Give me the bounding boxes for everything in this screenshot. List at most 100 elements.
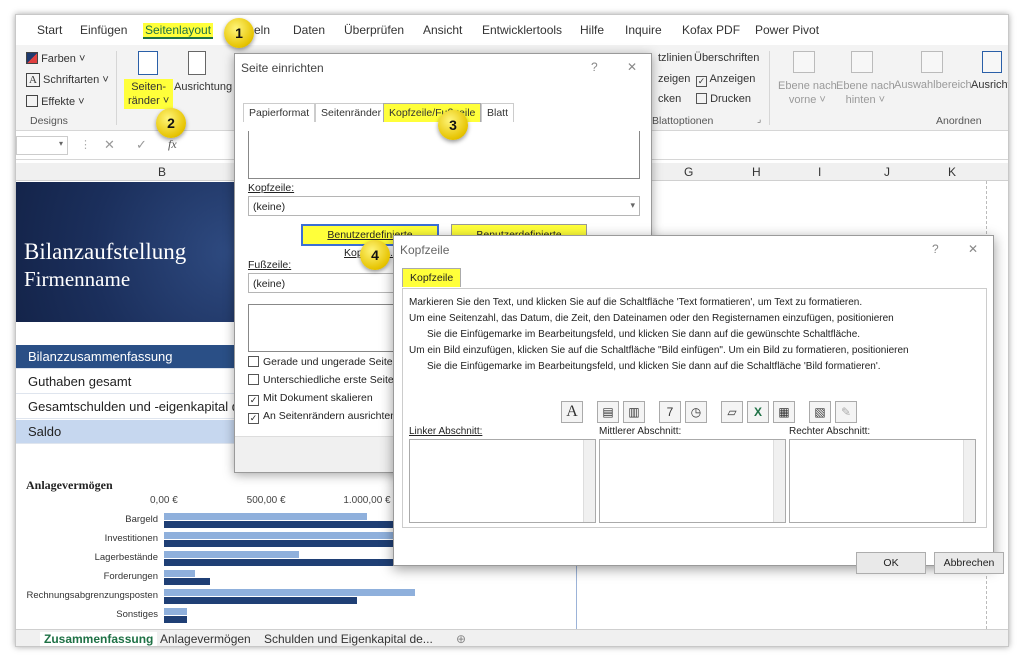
gitternetz-drucken[interactable]: cken [658,93,681,105]
column-header[interactable]: K [948,165,956,179]
ok-button[interactable]: OK [856,552,926,574]
skalieren-checkbox[interactable]: ✓ Mit Dokument skalieren [248,392,373,406]
tab-blatt[interactable]: Blatt [481,103,515,122]
ribbon-divider [116,51,117,125]
checkmark-icon: ✓ [696,76,707,87]
chart-bar[interactable] [164,551,300,558]
scrollbar[interactable] [583,440,595,522]
category-label: Investitionen [104,533,158,544]
auswahlbereich-button[interactable]: Auswahlbereich [894,79,972,91]
zeit-icon[interactable]: ◷ [685,401,707,423]
tab-power-pivot[interactable]: Power Pivot [755,23,819,37]
tab-kopfzeile[interactable]: Kopfzeile [402,268,462,287]
gitternetz-anzeigen[interactable]: zeigen [658,73,690,85]
column-header[interactable]: G [684,165,693,179]
close-icon[interactable]: ✕ [627,60,637,74]
chart-bar[interactable] [164,570,195,577]
ausrichtung-button[interactable]: Ausrichtung [174,81,232,93]
datum-icon[interactable]: 7 [659,401,681,423]
cancel-icon[interactable]: ✕ [104,137,115,153]
sheet-tab-zusammenfassung[interactable]: Zusammenfassung [40,632,158,646]
close-icon[interactable]: ✕ [968,242,978,256]
effekte-button[interactable]: Effekte ˅ [26,95,85,108]
chart-bar[interactable] [164,597,358,604]
dateiname-icon[interactable]: X [747,401,769,423]
tab-seitenraender[interactable]: Seitenränder [315,103,388,122]
erste-seite-checkbox[interactable]: Unterschiedliche erste Seite [248,374,394,386]
seitenraender-button[interactable]: Seiten- ränder ˅ [124,79,174,109]
ueberschriften-drucken-checkbox[interactable]: Drucken [696,93,751,105]
chart-bar[interactable] [164,513,367,520]
ebene-nach-hinten-button[interactable]: Ebene nach hinten ˅ [836,79,895,107]
tab-hilfe[interactable]: Hilfe [580,23,604,37]
tab-papierformat[interactable]: Papierformat [243,103,316,122]
text-formatieren-icon[interactable]: A [561,401,583,423]
blattoptionen-group-label: Blattoptionen [652,115,714,127]
excel-window: Start Einfügen Seitenlayout eln Daten Üb… [15,14,1009,647]
kopfzeile-dialog: Kopfzeile ? ✕ Kopfzeile Markieren Sie de… [393,235,1004,574]
tab-start[interactable]: Start [37,23,62,37]
chart-bar[interactable] [164,616,188,623]
gerade-ungerade-checkbox[interactable]: Gerade und ungerade Seiten un [248,356,413,368]
kopfzeile-select[interactable]: (keine) ▾ [248,196,640,216]
seitenraender-label-2: ränder ˅ [128,95,170,107]
scrollbar[interactable] [963,440,975,522]
chart-bar[interactable] [164,578,211,585]
add-sheet-icon[interactable]: ⊕ [456,632,466,646]
column-header[interactable]: J [884,165,890,179]
mittlerer-abschnitt-field[interactable] [599,439,786,523]
function-icon[interactable]: fx [168,137,177,152]
ribbon-tabs: Start Einfügen Seitenlayout eln Daten Üb… [16,15,1008,45]
help-icon[interactable]: ? [591,60,598,74]
checkbox-icon [696,93,707,104]
chart-bar[interactable] [164,608,188,615]
ausrichten-button[interactable]: Ausricht [971,79,1008,91]
sheet-tab-schulden[interactable]: Schulden und Eigenkapital de... [264,632,433,646]
sheet-tabs: Zusammenfassung Anlagevermögen Schulden … [16,629,1008,646]
sheet-subtitle: Firmenname [24,267,131,291]
chart-bar[interactable] [164,589,416,596]
name-box[interactable]: ▾ [16,136,68,155]
column-header[interactable]: H [752,165,761,179]
tab-kofax-pdf[interactable]: Kofax PDF [682,23,740,37]
tab-einfuegen[interactable]: Einfügen [80,23,127,37]
sheet-tab-anlagevermoegen[interactable]: Anlagevermögen [160,632,251,646]
gitternetzlinien-label: tzlinien [658,52,693,64]
tab-seitenlayout[interactable]: Seitenlayout [143,23,214,39]
linker-abschnitt-field[interactable] [409,439,596,523]
tab-ansicht[interactable]: Ansicht [423,23,462,37]
blattname-icon[interactable]: ▦ [773,401,795,423]
dialog-launcher-icon[interactable]: ⌟ [757,114,761,125]
column-header[interactable]: I [818,165,821,179]
scrollbar[interactable] [773,440,785,522]
tab-inquire[interactable]: Inquire [625,23,662,37]
abbrechen-button[interactable]: Abbrechen [934,552,1004,574]
seitenraender-label-1: Seiten- [131,81,167,93]
chart-bar[interactable] [164,559,425,566]
seitenraender-ausrichten-checkbox[interactable]: ✓ An Seitenrändern ausrichten [248,410,396,424]
column-header[interactable]: B [158,165,166,179]
instruction-text: Sie die Einfügemarke im Bearbeitungsfeld… [427,361,881,372]
axis-tick-label: 1.000,00 € [343,495,391,506]
bild-formatieren-icon[interactable]: ✎ [835,401,857,423]
farben-button[interactable]: Farben ˅ [26,52,85,65]
tab-formeln[interactable]: eln [254,23,270,37]
kopfzeile-panel: Markieren Sie den Text, und klicken Sie … [402,288,987,528]
seitenzahl-icon[interactable]: ▤ [597,401,619,423]
help-icon[interactable]: ? [932,242,939,256]
ueberschriften-anzeigen-checkbox[interactable]: ✓ Anzeigen [696,73,755,87]
tab-entwicklertools[interactable]: Entwicklertools [482,23,562,37]
chevron-down-icon: ▾ [58,139,63,148]
tab-ueberpruefen[interactable]: Überprüfen [344,23,404,37]
seitenanzahl-icon[interactable]: ▥ [623,401,645,423]
ueberschriften-label: Überschriften [694,52,760,64]
dateipfad-icon[interactable]: ▱ [721,401,743,423]
fusszeile-select[interactable]: (keine) [248,273,398,293]
ebene-nach-vorne-button[interactable]: Ebene nach vorne ˅ [778,79,837,107]
bild-einfuegen-icon[interactable]: ▧ [809,401,831,423]
tab-daten[interactable]: Daten [293,23,325,37]
schriftarten-button[interactable]: A Schriftarten ˅ [26,73,109,87]
confirm-icon[interactable]: ✓ [136,137,147,153]
dialog-title: Kopfzeile [400,243,450,257]
rechter-abschnitt-field[interactable] [789,439,976,523]
